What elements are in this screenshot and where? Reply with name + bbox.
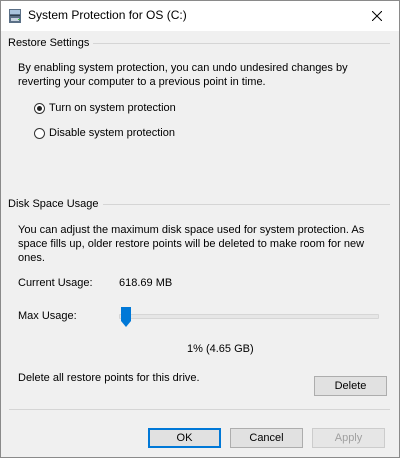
max-usage-value: 1% (4.65 GB) xyxy=(187,343,254,355)
title-bar: System Protection for OS (C:) xyxy=(1,1,399,31)
max-usage-label: Max Usage: xyxy=(18,310,77,322)
delete-button[interactable]: Delete xyxy=(314,376,387,396)
restore-settings-description: By enabling system protection, you can u… xyxy=(18,62,348,88)
max-usage-slider-track[interactable] xyxy=(119,314,379,319)
system-protection-dialog: System Protection for OS (C:) Restore Se… xyxy=(0,0,400,458)
radio-turn-on-protection[interactable]: Turn on system protection xyxy=(34,102,176,114)
restore-settings-group-label: Restore Settings xyxy=(8,36,94,50)
delete-restore-points-text: Delete all restore points for this drive… xyxy=(18,372,200,384)
radio-turn-on-label: Turn on system protection xyxy=(49,102,176,114)
disk-space-description: You can adjust the maximum disk space us… xyxy=(18,224,365,264)
disk-space-group-label: Disk Space Usage xyxy=(8,197,103,211)
apply-button[interactable]: Apply xyxy=(312,428,385,448)
drive-icon xyxy=(8,8,22,24)
cancel-button[interactable]: Cancel xyxy=(230,428,303,448)
radio-disable-protection[interactable]: Disable system protection xyxy=(34,127,175,139)
footer-divider xyxy=(9,409,390,410)
radio-disable-label: Disable system protection xyxy=(49,127,175,139)
max-usage-slider-thumb[interactable] xyxy=(121,307,132,327)
current-usage-label: Current Usage: xyxy=(18,277,93,289)
close-icon xyxy=(372,11,382,21)
radio-selected-indicator xyxy=(34,102,45,114)
radio-unselected-indicator xyxy=(34,127,45,139)
close-button[interactable] xyxy=(355,1,399,31)
window-title: System Protection for OS (C:) xyxy=(28,8,187,22)
ok-button[interactable]: OK xyxy=(148,428,221,448)
current-usage-value: 618.69 MB xyxy=(119,277,173,289)
